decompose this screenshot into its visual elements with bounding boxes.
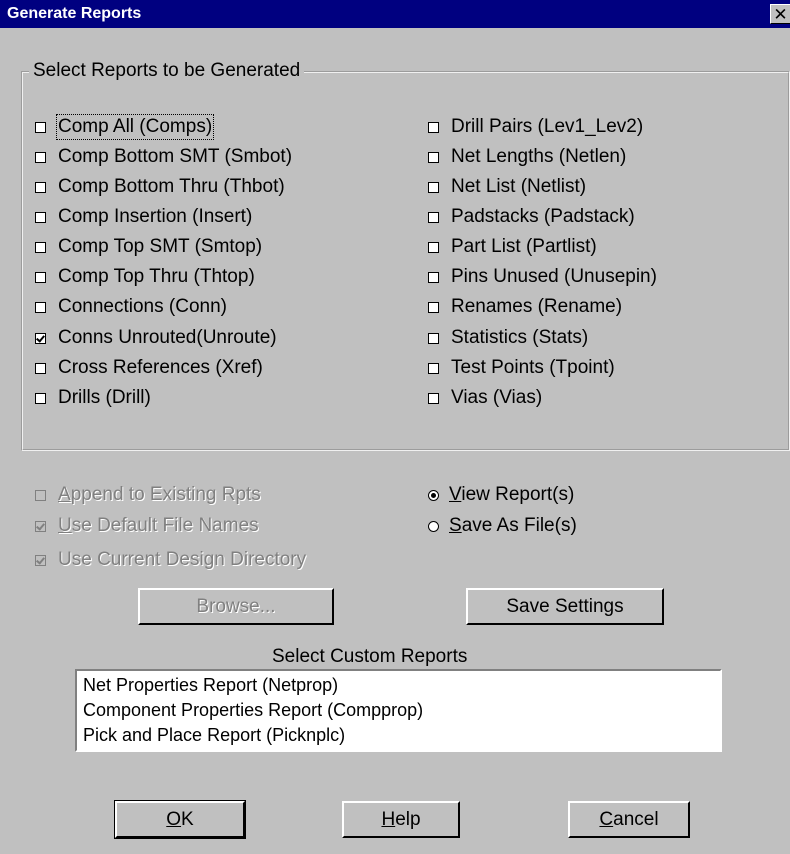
checkbox-label: Renames (Rename): [451, 296, 623, 317]
checkbox-box-checked: [35, 520, 46, 532]
checkbox-box: [35, 301, 46, 313]
checkbox-label: Conns Unrouted(Unroute): [58, 327, 277, 348]
checkbox-box: [35, 362, 46, 374]
checkbox-drill-pairs[interactable]: Drill Pairs (Lev1_Lev2): [428, 115, 643, 139]
list-item[interactable]: Net Properties Report (Netprop): [83, 673, 714, 698]
checkbox-comp-top-smt[interactable]: Comp Top SMT (Smtop): [35, 235, 262, 259]
reports-group-label: Select Reports to be Generated: [29, 60, 305, 82]
checkbox-use-current-dir[interactable]: Use Current Design Directory: [35, 548, 306, 572]
checkbox-box: [428, 332, 439, 344]
checkbox-box: [35, 392, 46, 404]
checkbox-label: Vias (Vias): [451, 387, 543, 408]
checkbox-label: Statistics (Stats): [451, 327, 589, 348]
checkbox-comp-all[interactable]: Comp All (Comps): [35, 114, 215, 140]
radio-view-reports[interactable]: View Report(s): [428, 483, 574, 507]
checkbox-renames[interactable]: Renames (Rename): [428, 295, 622, 319]
checkbox-padstacks[interactable]: Padstacks (Padstack): [428, 205, 635, 229]
checkbox-label: Comp Top Thru (Thtop): [58, 266, 255, 287]
checkbox-label: Connections (Conn): [58, 296, 227, 317]
checkbox-label: Net Lengths (Netlen): [451, 146, 627, 167]
radio-save-as-files[interactable]: Save As File(s): [428, 514, 577, 538]
checkbox-label: Drill Pairs (Lev1_Lev2): [451, 116, 644, 137]
checkbox-box: [35, 151, 46, 163]
title-bar[interactable]: Generate Reports ✕: [0, 0, 790, 28]
checkbox-label: Comp All (Comps): [55, 114, 215, 140]
checkbox-test-points[interactable]: Test Points (Tpoint): [428, 356, 615, 380]
checkbox-drills[interactable]: Drills (Drill): [35, 386, 151, 410]
checkbox-cross-references[interactable]: Cross References (Xref): [35, 356, 263, 380]
checkbox-label: Drills (Drill): [58, 387, 151, 408]
checkbox-box: [428, 181, 439, 193]
list-item[interactable]: Pick and Place Report (Picknplc): [83, 723, 714, 748]
checkbox-conns-unrouted[interactable]: Conns Unrouted(Unroute): [35, 326, 277, 350]
checkbox-box-checked: [35, 554, 46, 566]
window-title: Generate Reports: [7, 5, 142, 22]
checkbox-vias[interactable]: Vias (Vias): [428, 386, 542, 410]
checkbox-label: Use Default File Names: [58, 515, 259, 536]
checkbox-box-checked: [35, 332, 46, 344]
checkbox-append-existing[interactable]: Append to Existing Rpts: [35, 483, 261, 507]
checkbox-label: Part List (Partlist): [451, 236, 597, 257]
list-item[interactable]: Component Properties Report (Compprop): [83, 698, 714, 723]
radio-selected-icon: [428, 489, 439, 501]
checkbox-box: [35, 271, 46, 283]
checkbox-box: [35, 211, 46, 223]
cancel-button[interactable]: Cancel: [568, 801, 690, 838]
checkbox-label: Pins Unused (Unusepin): [451, 266, 657, 287]
checkbox-comp-bottom-smt[interactable]: Comp Bottom SMT (Smbot): [35, 145, 292, 169]
checkbox-label: Comp Top SMT (Smtop): [58, 236, 263, 257]
checkbox-label: Use Current Design Directory: [58, 549, 307, 570]
save-settings-button[interactable]: Save Settings: [466, 588, 664, 625]
checkbox-connections[interactable]: Connections (Conn): [35, 295, 227, 319]
checkbox-label: Cross References (Xref): [58, 357, 263, 378]
checkbox-net-lengths[interactable]: Net Lengths (Netlen): [428, 145, 626, 169]
checkbox-comp-bottom-thru[interactable]: Comp Bottom Thru (Thbot): [35, 175, 285, 199]
radio-label: Save As File(s): [449, 515, 577, 536]
browse-button[interactable]: Browse...: [138, 588, 334, 625]
checkbox-box: [35, 181, 46, 193]
checkbox-label: Comp Bottom Thru (Thbot): [58, 176, 285, 197]
close-icon: ✕: [773, 5, 788, 24]
checkbox-box: [35, 121, 46, 133]
close-button[interactable]: ✕: [770, 4, 790, 24]
checkbox-box: [428, 241, 439, 253]
checkbox-box: [428, 121, 439, 133]
radio-label: View Report(s): [449, 484, 575, 505]
checkbox-comp-top-thru[interactable]: Comp Top Thru (Thtop): [35, 265, 255, 289]
checkbox-part-list[interactable]: Part List (Partlist): [428, 235, 597, 259]
checkbox-pins-unused[interactable]: Pins Unused (Unusepin): [428, 265, 657, 289]
checkbox-use-default-names[interactable]: Use Default File Names: [35, 514, 259, 538]
checkbox-label: Padstacks (Padstack): [451, 206, 635, 227]
checkbox-box: [35, 489, 46, 501]
checkbox-box: [428, 392, 439, 404]
checkbox-label: Append to Existing Rpts: [58, 484, 261, 505]
checkbox-box: [35, 241, 46, 253]
checkbox-label: Comp Insertion (Insert): [58, 206, 253, 227]
ok-button[interactable]: OK: [114, 800, 246, 839]
checkbox-box: [428, 211, 439, 223]
checkbox-box: [428, 301, 439, 313]
radio-unselected-icon: [428, 520, 439, 532]
checkbox-box: [428, 362, 439, 374]
custom-reports-list[interactable]: Net Properties Report (Netprop) Componen…: [75, 669, 722, 752]
checkbox-net-list[interactable]: Net List (Netlist): [428, 175, 586, 199]
checkbox-label: Test Points (Tpoint): [451, 357, 615, 378]
checkbox-label: Comp Bottom SMT (Smbot): [58, 146, 293, 167]
help-button[interactable]: Help: [342, 801, 460, 838]
checkbox-comp-insertion[interactable]: Comp Insertion (Insert): [35, 205, 252, 229]
checkbox-box: [428, 151, 439, 163]
checkbox-box: [428, 271, 439, 283]
checkbox-statistics[interactable]: Statistics (Stats): [428, 326, 588, 350]
custom-reports-label: Select Custom Reports: [272, 646, 468, 667]
checkbox-label: Net List (Netlist): [451, 176, 587, 197]
